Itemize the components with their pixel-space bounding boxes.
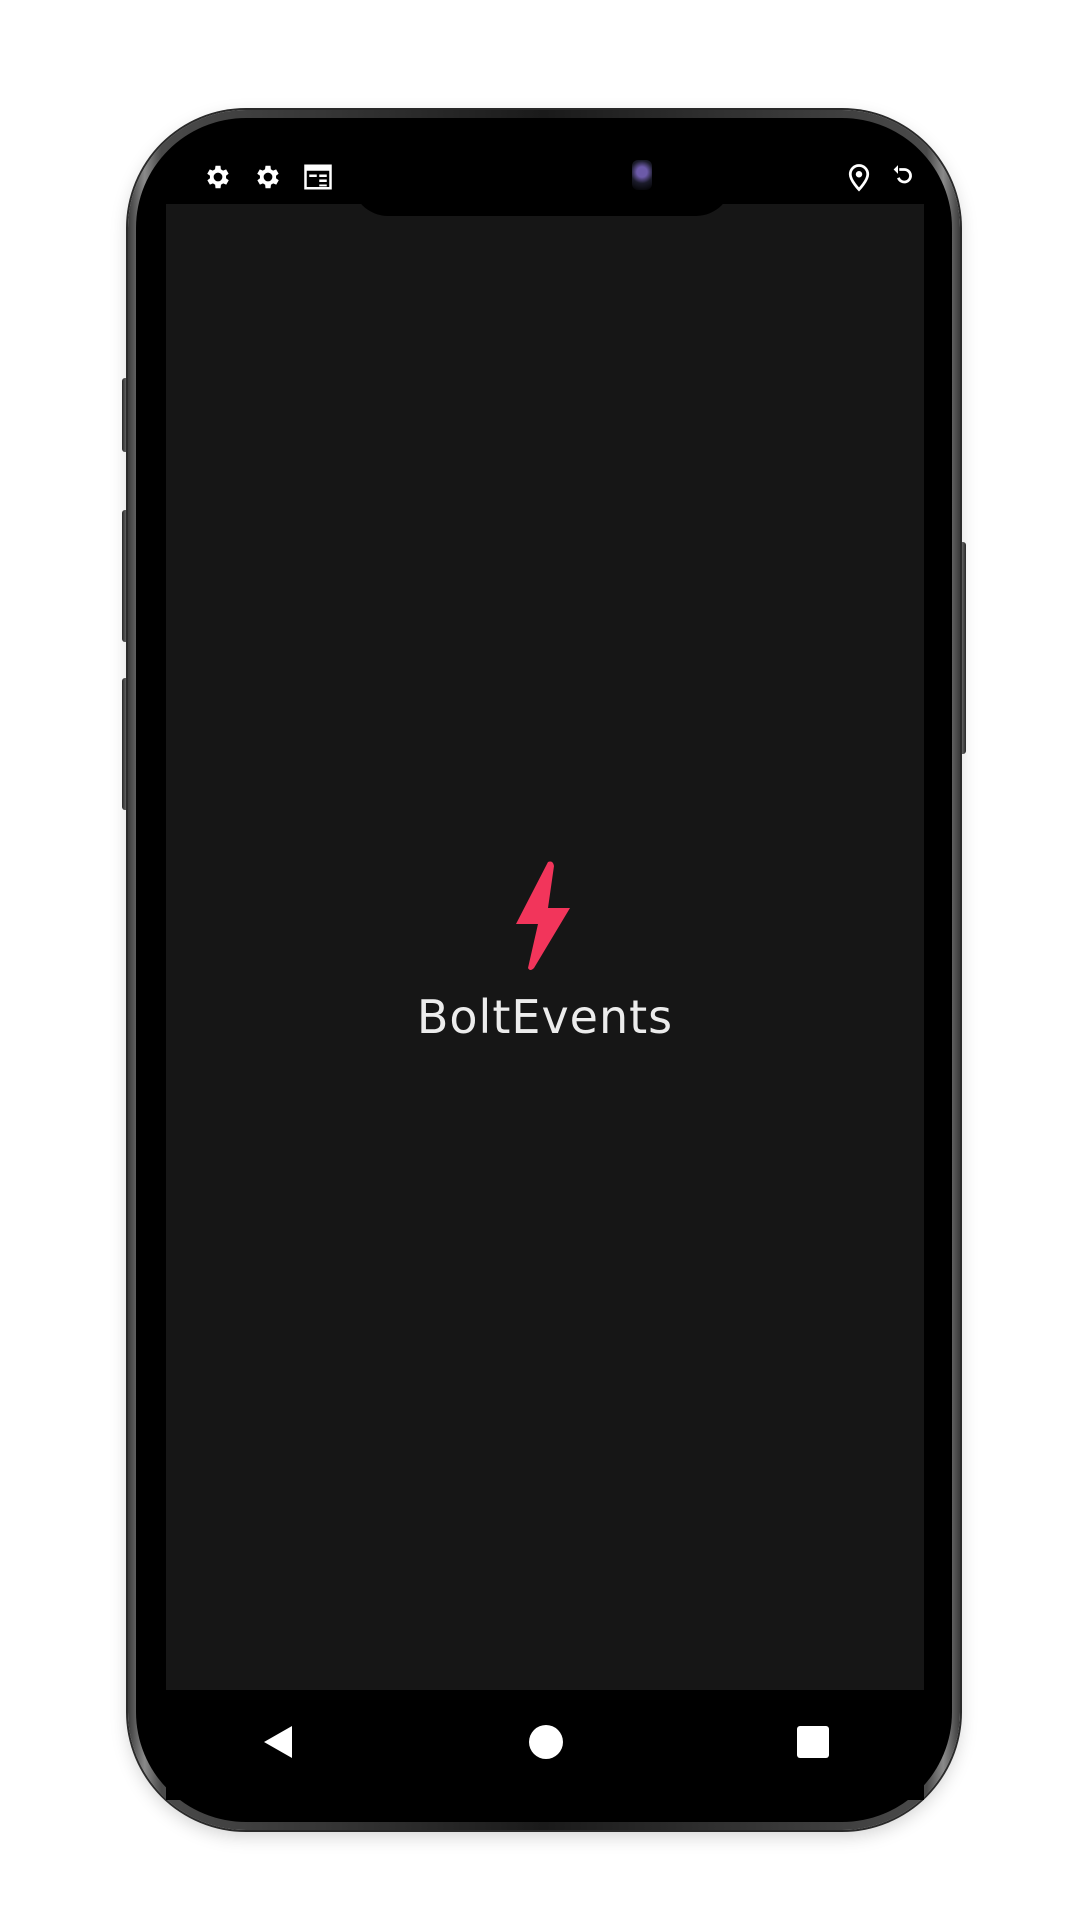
home-icon[interactable]: [526, 1722, 566, 1762]
app-name-title: BoltEvents: [416, 990, 674, 1044]
device-mockup: BoltEvents: [0, 0, 1080, 1920]
rotate-icon: [888, 162, 918, 192]
lightning-bolt-icon: [510, 860, 576, 972]
back-icon[interactable]: [258, 1722, 298, 1762]
gear-icon: [253, 162, 283, 192]
recents-icon[interactable]: [793, 1722, 833, 1762]
calendar-icon: [303, 162, 333, 192]
location-pin-icon: [844, 162, 874, 192]
front-camera-icon: [632, 160, 652, 190]
gear-icon: [203, 162, 233, 192]
